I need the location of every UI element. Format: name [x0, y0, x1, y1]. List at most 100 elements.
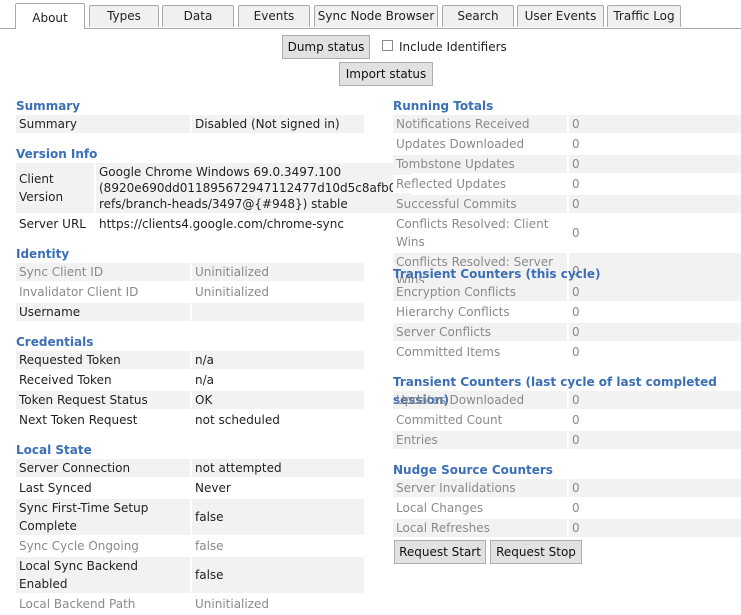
table-row: Tombstone Updates 0 [393, 155, 741, 173]
row-key: Local Changes [393, 499, 567, 517]
row-key: Server Connection [16, 459, 190, 477]
table-row: Entries 0 [393, 431, 741, 449]
row-key: Local Sync Backend Enabled [16, 557, 190, 593]
table-row: Server Invalidations 0 [393, 479, 741, 497]
table-row: Reflected Updates 0 [393, 175, 741, 193]
table-row: Server URL https://clients4.google.com/c… [16, 215, 412, 233]
row-value: false [190, 537, 364, 555]
transient-cycle-section: Transient Counters (this cycle) Encrypti… [393, 265, 741, 363]
transient-session-title: Transient Counters (last cycle of last c… [393, 375, 717, 407]
row-key: Committed Items [393, 343, 567, 361]
row-key: Successful Commits [393, 195, 567, 213]
server-url-value: https://clients4.google.com/chrome-sync [94, 215, 412, 233]
row-value: Uninitialized [190, 283, 364, 301]
row-value: 0 [567, 323, 741, 341]
row-value: 0 [567, 391, 741, 409]
tab-events[interactable]: Events [238, 5, 310, 27]
row-value: 0 [567, 411, 741, 429]
row-value: 0 [567, 155, 741, 173]
row-key: Username [16, 303, 190, 321]
row-key: Sync Cycle Ongoing [16, 537, 190, 555]
row-key: Received Token [16, 371, 190, 389]
identity-section: Identity Sync Client ID Uninitialized In… [16, 245, 364, 323]
row-value: 0 [567, 115, 741, 133]
include-identifiers-label: Include Identifiers [399, 40, 507, 54]
table-row: Summary Disabled (Not signed in) [16, 115, 364, 133]
client-version-value: Google Chrome Windows 69.0.3497.100 (892… [94, 163, 412, 213]
table-row: Successful Commits 0 [393, 195, 741, 213]
tab-about[interactable]: About [15, 3, 85, 29]
transient-session-section: Transient Counters (last cycle of last c… [393, 373, 741, 451]
version-info-section: Version Info Client Version Google Chrom… [16, 145, 412, 235]
client-version-line: refs/branch-heads/3497@{#948}) stable [99, 197, 348, 211]
row-key: Last Synced [16, 479, 190, 497]
row-key: Updates Downloaded [393, 135, 567, 153]
row-key: Invalidator Client ID [16, 283, 190, 301]
running-totals-section: Running Totals Notifications Received 0 U… [393, 97, 741, 291]
row-value: false [190, 557, 364, 593]
table-row: Notifications Received 0 [393, 115, 741, 133]
tab-user-events[interactable]: User Events [517, 5, 604, 27]
table-row: Hierarchy Conflicts 0 [393, 303, 741, 321]
nudge-section: Nudge Source Counters Server Invalidatio… [393, 461, 741, 539]
request-stop-button[interactable]: Request Stop [490, 540, 582, 564]
table-row: Committed Count 0 [393, 411, 741, 429]
table-row: Local Changes 0 [393, 499, 741, 517]
table-row: Username [16, 303, 364, 321]
table-row: Updates Downloaded 0 [393, 135, 741, 153]
tab-data[interactable]: Data [162, 5, 234, 27]
row-key: Reflected Updates [393, 175, 567, 193]
row-value: 0 [567, 175, 741, 193]
table-row: Received Token n/a [16, 371, 364, 389]
row-key: Local Refreshes [393, 519, 567, 537]
table-row: Local Refreshes 0 [393, 519, 741, 537]
table-row: Token Request Status OK [16, 391, 364, 409]
row-value: Disabled (Not signed in) [190, 115, 364, 133]
table-row: Invalidator Client ID Uninitialized [16, 283, 364, 301]
row-key: Committed Count [393, 411, 567, 429]
tab-search[interactable]: Search [442, 5, 514, 27]
row-key: Tombstone Updates [393, 155, 567, 173]
row-key: Server Invalidations [393, 479, 567, 497]
row-key: Next Token Request [16, 411, 190, 429]
local-state-section: Local State Server Connection not attemp… [16, 441, 364, 615]
row-value: 0 [567, 499, 741, 517]
row-key: Local Backend Path [16, 595, 190, 613]
table-row: Sync Cycle Ongoing false [16, 537, 364, 555]
tab-bar: About Types Data Events Sync Node Browse… [0, 0, 741, 29]
row-key: Updates Downloaded [393, 391, 567, 409]
row-key: Sync Client ID [16, 263, 190, 281]
include-identifiers-checkbox[interactable] [382, 40, 393, 51]
request-start-button[interactable]: Request Start [394, 540, 486, 564]
row-key: Requested Token [16, 351, 190, 369]
row-value: Uninitialized [190, 263, 364, 281]
row-value: Never [190, 479, 364, 497]
row-value: 0 [567, 283, 741, 301]
row-value: 0 [567, 343, 741, 361]
table-row: Local Sync Backend Enabled false [16, 557, 364, 593]
tab-sync-node-browser[interactable]: Sync Node Browser [314, 5, 438, 27]
tab-types[interactable]: Types [89, 5, 159, 27]
table-row: Encryption Conflicts 0 [393, 283, 741, 301]
row-key: Encryption Conflicts [393, 283, 567, 301]
row-value: 0 [567, 303, 741, 321]
credentials-section: Credentials Requested Token n/a Received… [16, 333, 364, 431]
row-value [190, 303, 364, 321]
row-value: 0 [567, 431, 741, 449]
row-value: 0 [567, 195, 741, 213]
row-key: Server Conflicts [393, 323, 567, 341]
table-row: Conflicts Resolved: Client Wins 0 [393, 215, 741, 251]
import-status-button[interactable]: Import status [339, 62, 433, 86]
row-value: not scheduled [190, 411, 364, 429]
table-row: Requested Token n/a [16, 351, 364, 369]
row-value: false [190, 499, 364, 535]
dump-status-button[interactable]: Dump status [282, 35, 370, 59]
row-value: n/a [190, 351, 364, 369]
row-key: Sync First-Time Setup Complete [16, 499, 190, 535]
row-value: 0 [567, 519, 741, 537]
tab-traffic-log[interactable]: Traffic Log [607, 5, 681, 27]
row-value: not attempted [190, 459, 364, 477]
row-key: Notifications Received [393, 115, 567, 133]
table-row: Updates Downloaded 0 [393, 391, 741, 409]
row-key: Summary [16, 115, 190, 133]
